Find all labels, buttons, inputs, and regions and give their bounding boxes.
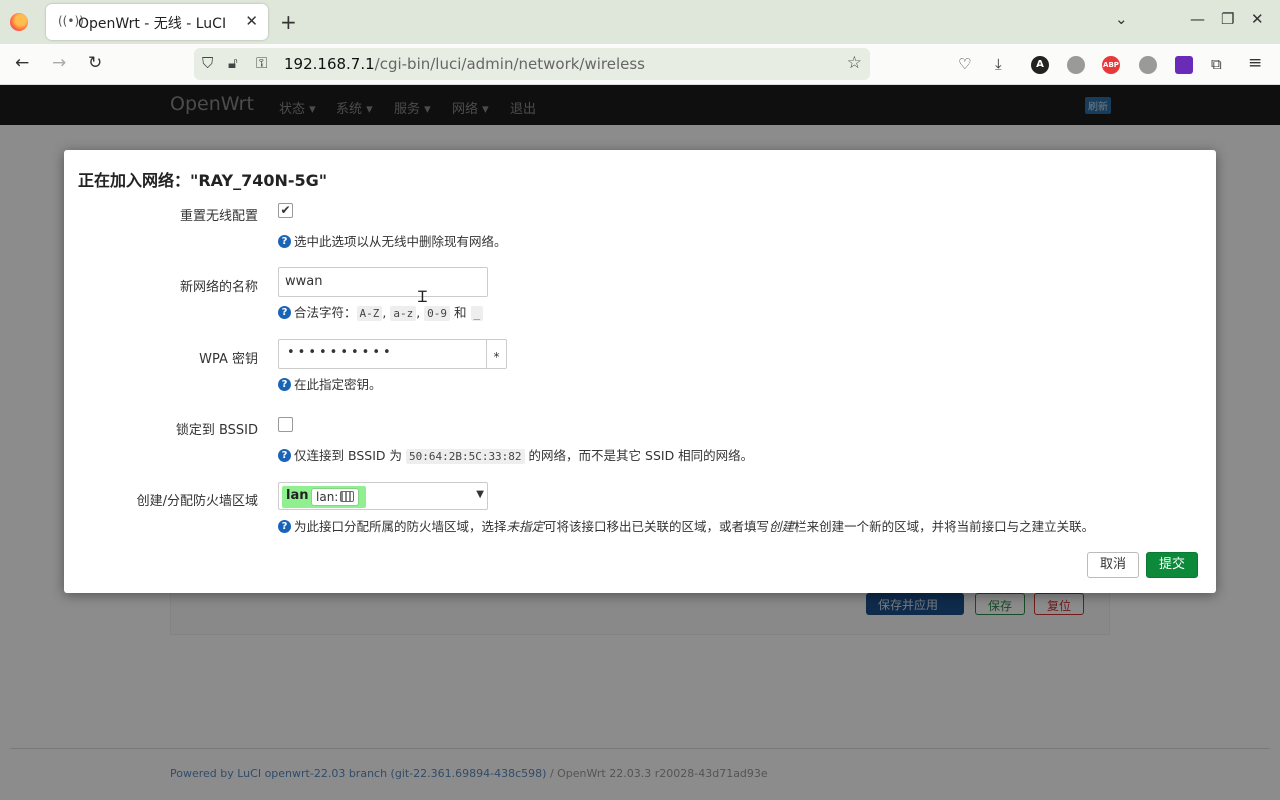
back-icon[interactable]: ← — [15, 53, 29, 73]
tab-title: OpenWrt - 无线 - LuCI — [78, 16, 227, 32]
reset-wireless-label: 重置无线配置 — [179, 209, 258, 224]
wpa-key-group: •••••••••• * — [278, 339, 508, 369]
insecure-lock-icon[interactable]: 🔓︎ — [228, 54, 238, 72]
submit-button[interactable]: 提交 — [1146, 552, 1199, 578]
network-name-label: 新网络的名称 — [179, 280, 258, 295]
text-cursor-icon: Ɪ — [418, 287, 427, 306]
wpa-key-help: ? 在此指定密钥。 — [278, 374, 382, 393]
restore-icon[interactable]: ❐ — [1221, 10, 1234, 28]
reset-wireless-checkbox[interactable]: ✔ — [278, 203, 293, 218]
network-name-input[interactable]: wwan — [278, 267, 488, 297]
minimize-icon[interactable]: — — [1190, 10, 1205, 28]
browser-tab-bar: ((•)) OpenWrt - 无线 - LuCI ✕ + ⌄ — ❐ ✕ — [0, 0, 1280, 44]
zone-network-tag: lan: — [311, 488, 360, 506]
extension-a-icon[interactable]: A — [1031, 56, 1049, 74]
pocket-icon[interactable]: ♡ — [958, 55, 971, 73]
menu-icon[interactable]: ≡ — [1248, 53, 1262, 73]
firewall-zone-select[interactable]: lan lan: ▼ — [278, 482, 488, 510]
extensions-icon[interactable]: ⧉ — [1211, 55, 1222, 73]
help-icon: ? — [278, 235, 291, 248]
bookmark-star-icon[interactable]: ☆ — [847, 53, 862, 73]
help-icon: ? — [278, 520, 291, 533]
key-icon[interactable]: ⚿ — [256, 54, 267, 72]
cancel-button[interactable]: 取消 — [1087, 552, 1140, 578]
wpa-key-label: WPA 密钥 — [199, 352, 258, 367]
reload-icon[interactable]: ↻ — [88, 53, 102, 73]
network-port-icon — [340, 491, 355, 502]
lock-bssid-help: ? 仅连接到 BSSID 为 50:64:2B:5C:33:82 的网络，而不是其… — [278, 445, 753, 464]
join-network-dialog: 正在加入网络："RAY_740N-5G" 重置无线配置 ✔ ? 选中此选项以从无线… — [64, 150, 1216, 593]
dropdown-caret-icon[interactable]: ▼ — [476, 489, 484, 500]
url-text[interactable]: 192.168.7.1/cgi-bin/luci/admin/network/w… — [284, 55, 645, 73]
window-close-icon[interactable]: ✕ — [1251, 10, 1264, 28]
forward-icon[interactable]: → — [52, 53, 66, 73]
firefox-icon — [10, 13, 28, 31]
browser-nav-bar: ← → ↻ ⛉ 🔓︎ ⚿ 192.168.7.1/cgi-bin/luci/ad… — [0, 44, 1280, 85]
shield-icon[interactable]: ⛉ — [202, 54, 213, 72]
extension-circle-icon[interactable] — [1067, 56, 1085, 74]
reset-wireless-help: ? 选中此选项以从无线中删除现有网络。 — [278, 231, 507, 250]
adblock-icon[interactable]: ABP — [1102, 56, 1120, 74]
zone-name: lan — [286, 488, 309, 503]
lock-bssid-label: 锁定到 BSSID — [175, 423, 258, 438]
browser-tab[interactable]: ((•)) OpenWrt - 无线 - LuCI ✕ — [46, 4, 268, 40]
extension-gray-icon[interactable] — [1139, 56, 1157, 74]
download-icon[interactable]: ⤓ — [995, 55, 1002, 73]
firewall-zone-help: ? 为此接口分配所属的防火墙区域，选择未指定可将该接口移出已关联的区域，或者填写创… — [278, 516, 1094, 535]
new-tab-icon[interactable]: + — [280, 10, 297, 34]
url-bar[interactable]: ⛉ 🔓︎ ⚿ 192.168.7.1/cgi-bin/luci/admin/ne… — [194, 48, 870, 80]
dialog-title: 正在加入网络："RAY_740N-5G" — [78, 171, 328, 190]
help-icon: ? — [278, 306, 291, 319]
help-icon: ? — [278, 449, 291, 462]
chevron-down-icon[interactable]: ⌄ — [1115, 10, 1128, 28]
lock-bssid-checkbox[interactable] — [278, 417, 293, 432]
zone-badge: lan lan: — [282, 486, 366, 508]
wpa-key-input[interactable]: •••••••••• — [278, 339, 487, 369]
firewall-zone-label: 创建/分配防火墙区域 — [136, 494, 258, 509]
extension-purple-icon[interactable] — [1175, 56, 1193, 74]
help-icon: ? — [278, 378, 291, 391]
network-name-help: ? 合法字符： A-Z, a-z, 0-9 和 _ — [278, 302, 484, 321]
reveal-password-toggle[interactable]: * — [486, 339, 507, 369]
close-icon[interactable]: ✕ — [245, 12, 258, 30]
